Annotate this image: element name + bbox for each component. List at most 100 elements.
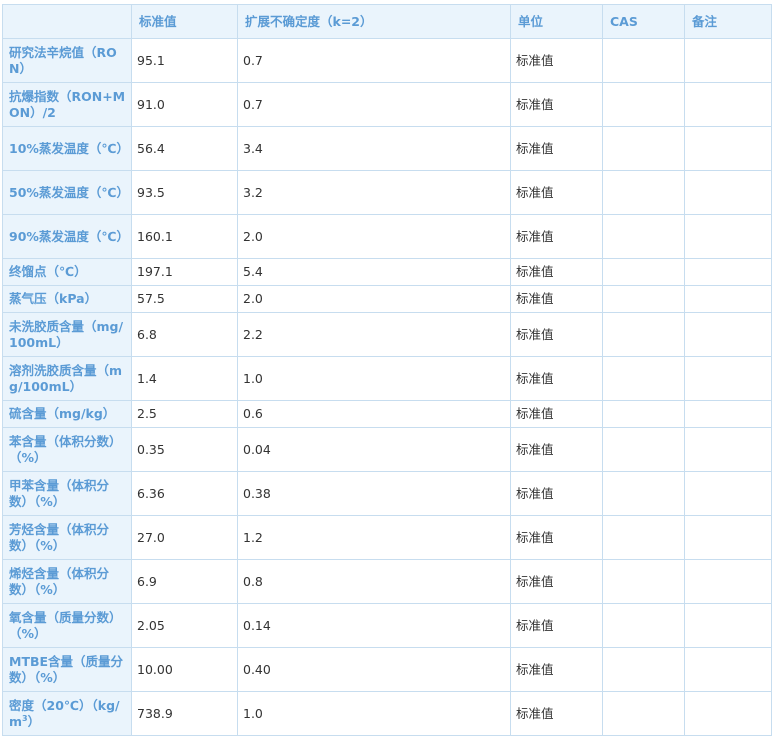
row-label: 抗爆指数（RON+MON）/2: [2, 82, 132, 127]
row-label: 终馏点（℃）: [2, 258, 132, 286]
cell-value: 738.9: [131, 691, 238, 736]
row-label: 甲苯含量（体积分数）（%）: [2, 471, 132, 516]
cell-uncertainty: 0.40: [237, 647, 511, 692]
cell-value: 2.05: [131, 603, 238, 648]
table-row: 芳烃含量（体积分数）（%） 27.0 1.2 标准值: [2, 515, 772, 560]
cell-value: 6.8: [131, 312, 238, 357]
cell-cas: [602, 214, 685, 259]
cell-unit: 标准值: [510, 312, 603, 357]
cell-unit: 标准值: [510, 170, 603, 215]
cell-uncertainty: 1.2: [237, 515, 511, 560]
cell-cas: [602, 603, 685, 648]
cell-cas: [602, 647, 685, 692]
cell-note: [684, 427, 772, 472]
cell-cas: [602, 126, 685, 171]
row-label: 蒸气压（kPa）: [2, 285, 132, 313]
cell-value: 6.9: [131, 559, 238, 604]
cell-note: [684, 82, 772, 127]
cell-uncertainty: 0.8: [237, 559, 511, 604]
cell-cas: [602, 82, 685, 127]
row-label: 未洗胶质含量（mg/100mL）: [2, 312, 132, 357]
cell-uncertainty: 2.0: [237, 214, 511, 259]
cell-value: 93.5: [131, 170, 238, 215]
cell-unit: 标准值: [510, 647, 603, 692]
cell-unit: 标准值: [510, 285, 603, 313]
table-row: 研究法辛烷值（RON） 95.1 0.7 标准值: [2, 38, 772, 83]
cell-value: 197.1: [131, 258, 238, 286]
table-body: 研究法辛烷值（RON） 95.1 0.7 标准值 抗爆指数（RON+MON）/2…: [2, 38, 772, 736]
cell-value: 56.4: [131, 126, 238, 171]
header-note: 备注: [684, 4, 772, 39]
header-unit: 单位: [510, 4, 603, 39]
cell-value: 0.35: [131, 427, 238, 472]
cell-uncertainty: 3.4: [237, 126, 511, 171]
cell-value: 95.1: [131, 38, 238, 83]
cell-cas: [602, 285, 685, 313]
cell-unit: 标准值: [510, 126, 603, 171]
cell-note: [684, 471, 772, 516]
cell-note: [684, 258, 772, 286]
cell-note: [684, 285, 772, 313]
row-label: 研究法辛烷值（RON）: [2, 38, 132, 83]
row-label: 硫含量（mg/kg）: [2, 400, 132, 428]
header-cas: CAS: [602, 4, 685, 39]
table-row: 溶剂洗胶质含量（mg/100mL） 1.4 1.0 标准值: [2, 356, 772, 401]
row-label: 氧含量（质量分数）（%）: [2, 603, 132, 648]
row-label: 芳烃含量（体积分数）（%）: [2, 515, 132, 560]
cell-cas: [602, 515, 685, 560]
cell-value: 1.4: [131, 356, 238, 401]
cell-unit: 标准值: [510, 214, 603, 259]
cell-cas: [602, 170, 685, 215]
cell-value: 27.0: [131, 515, 238, 560]
cell-cas: [602, 312, 685, 357]
cell-unit: 标准值: [510, 400, 603, 428]
cell-value: 57.5: [131, 285, 238, 313]
cell-unit: 标准值: [510, 427, 603, 472]
cell-cas: [602, 356, 685, 401]
row-label: 50%蒸发温度（℃）: [2, 170, 132, 215]
table-row: 甲苯含量（体积分数）（%） 6.36 0.38 标准值: [2, 471, 772, 516]
cell-uncertainty: 0.7: [237, 38, 511, 83]
cell-unit: 标准值: [510, 559, 603, 604]
cell-cas: [602, 691, 685, 736]
cell-note: [684, 603, 772, 648]
cell-unit: 标准值: [510, 691, 603, 736]
table-row: 90%蒸发温度（℃） 160.1 2.0 标准值: [2, 214, 772, 259]
cell-value: 10.00: [131, 647, 238, 692]
data-table: 标准值 扩展不确定度（k=2） 单位 CAS 备注 研究法辛烷值（RON） 95…: [2, 4, 772, 736]
cell-value: 6.36: [131, 471, 238, 516]
cell-uncertainty: 0.04: [237, 427, 511, 472]
table-row: 氧含量（质量分数）（%） 2.05 0.14 标准值: [2, 603, 772, 648]
table-row: 密度（20℃）（kg/m3） 738.9 1.0 标准值: [2, 691, 772, 736]
cell-note: [684, 559, 772, 604]
cell-uncertainty: 2.0: [237, 285, 511, 313]
row-label: MTBE含量（质量分数）（%）: [2, 647, 132, 692]
cell-unit: 标准值: [510, 356, 603, 401]
cell-unit: 标准值: [510, 38, 603, 83]
row-label: 10%蒸发温度（℃）: [2, 126, 132, 171]
row-label: 密度（20℃）（kg/m3）: [2, 691, 132, 736]
table-row: 烯烃含量（体积分数）（%） 6.9 0.8 标准值: [2, 559, 772, 604]
table-row: 硫含量（mg/kg） 2.5 0.6 标准值: [2, 400, 772, 428]
cell-cas: [602, 427, 685, 472]
cell-note: [684, 691, 772, 736]
cell-note: [684, 647, 772, 692]
header-standard-value: 标准值: [131, 4, 238, 39]
cell-uncertainty: 2.2: [237, 312, 511, 357]
row-label: 溶剂洗胶质含量（mg/100mL）: [2, 356, 132, 401]
cell-cas: [602, 559, 685, 604]
cell-cas: [602, 38, 685, 83]
table-row: 10%蒸发温度（℃） 56.4 3.4 标准值: [2, 126, 772, 171]
row-label: 烯烃含量（体积分数）（%）: [2, 559, 132, 604]
table-row: 蒸气压（kPa） 57.5 2.0 标准值: [2, 285, 772, 313]
cell-unit: 标准值: [510, 258, 603, 286]
table-row: 未洗胶质含量（mg/100mL） 6.8 2.2 标准值: [2, 312, 772, 357]
cell-uncertainty: 0.7: [237, 82, 511, 127]
row-label: 90%蒸发温度（℃）: [2, 214, 132, 259]
cell-cas: [602, 258, 685, 286]
cell-value: 160.1: [131, 214, 238, 259]
cell-uncertainty: 5.4: [237, 258, 511, 286]
cell-uncertainty: 3.2: [237, 170, 511, 215]
header-row: 标准值 扩展不确定度（k=2） 单位 CAS 备注: [2, 4, 772, 39]
cell-uncertainty: 0.38: [237, 471, 511, 516]
